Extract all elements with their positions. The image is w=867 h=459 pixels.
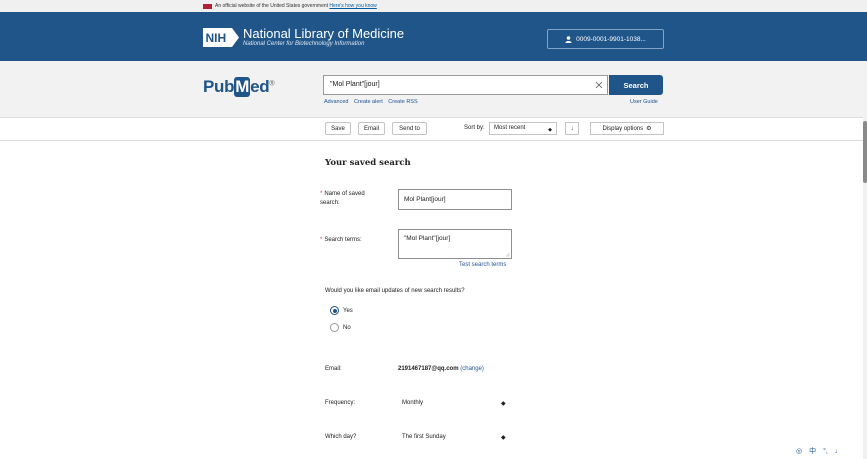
email-value: 2191467187@qq.com (change)	[398, 366, 484, 372]
save-button[interactable]: Save	[325, 122, 351, 135]
sort-label: Sort by:	[464, 125, 485, 131]
nih-logo-text: NIH	[206, 31, 227, 45]
gear-icon: ⚙	[646, 126, 652, 132]
search-area: PubMed® "Mol Plant"[jour] Search Advance…	[0, 61, 867, 118]
ncbi-subtitle: National Center for Biotechnology Inform…	[243, 41, 365, 47]
pubmed-logo-pub: Pub	[203, 77, 235, 96]
search-terms-value: "Mol Plant"[jour]	[404, 235, 451, 242]
search-input[interactable]: "Mol Plant"[jour]	[323, 75, 608, 95]
microphone-icon[interactable]: ♩	[835, 448, 842, 455]
search-terms-field[interactable]: "Mol Plant"[jour]	[398, 229, 512, 259]
gov-banner: An official website of the United States…	[0, 0, 867, 12]
email-address: 2191467187@qq.com	[398, 366, 459, 372]
frequency-caret-icon[interactable]: ◆	[501, 400, 506, 407]
gov-banner-label: An official website of the United States…	[215, 3, 329, 9]
resize-handle-icon[interactable]	[505, 252, 510, 257]
us-flag-icon	[203, 4, 212, 9]
scrollbar[interactable]	[863, 61, 867, 459]
gov-banner-text: An official website of the United States…	[215, 3, 377, 9]
change-email-link[interactable]: (change)	[460, 366, 484, 372]
search-links: Advanced Create alert Create RSS	[324, 99, 422, 105]
ime-icon[interactable]: ◎	[796, 447, 802, 455]
email-updates-question: Would you like email updates of new sear…	[325, 288, 465, 294]
scrollbar-thumb[interactable]	[863, 121, 867, 183]
close-icon	[595, 81, 603, 89]
nih-header: NIH National Library of Medicine Nationa…	[0, 12, 867, 61]
results-toolbar: Save Email Send to Sort by: Most recent …	[0, 118, 867, 141]
radio-yes-control[interactable]	[330, 306, 339, 315]
send-to-button[interactable]: Send to	[392, 122, 427, 135]
sort-caret-icon: ◆	[548, 127, 552, 133]
radio-no-label: No	[343, 324, 351, 331]
pubmed-logo[interactable]: PubMed®	[203, 77, 274, 97]
account-button[interactable]: 0009-0001-9901-1038...	[547, 29, 664, 49]
gov-banner-link[interactable]: Here's how you know	[329, 3, 376, 9]
email-button[interactable]: Email	[358, 122, 385, 135]
radio-no[interactable]: No	[330, 323, 351, 332]
user-icon	[565, 35, 572, 43]
name-field[interactable]: Mol Plant[jour]	[398, 189, 512, 210]
form-title: Your saved search	[325, 158, 411, 168]
day-label: Which day?	[325, 434, 357, 440]
system-tray: ◎ 中 °, ♩	[796, 446, 842, 456]
day-caret-icon[interactable]: ◆	[501, 434, 506, 441]
sort-order-icon: ↓	[570, 125, 574, 132]
terms-label-text: Search terms:	[324, 237, 362, 243]
required-mark: *	[320, 191, 323, 197]
radio-yes-label: Yes	[343, 307, 353, 314]
name-label: * Name of saved search:	[320, 190, 382, 207]
nlm-title[interactable]: National Library of Medicine	[243, 27, 404, 41]
terms-label: * Search terms:	[320, 236, 362, 245]
test-search-terms-link[interactable]: Test search terms	[459, 262, 506, 268]
frequency-label: Frequency:	[325, 400, 356, 406]
advanced-link[interactable]: Advanced	[324, 99, 348, 105]
display-options-label: Display options	[602, 125, 644, 132]
nih-logo-icon[interactable]: NIH	[203, 28, 239, 47]
create-rss-link[interactable]: Create RSS	[388, 99, 417, 105]
punctuation-icon[interactable]: °,	[823, 448, 828, 455]
ime-language[interactable]: 中	[809, 446, 816, 456]
display-options-button[interactable]: Display options ⚙	[590, 122, 664, 135]
day-select[interactable]: The first Sunday	[402, 434, 446, 440]
required-mark: *	[320, 237, 323, 243]
sort-value: Most recent	[494, 125, 526, 131]
frequency-select[interactable]: Monthly	[402, 400, 423, 406]
sort-order-button[interactable]: ↓	[565, 122, 579, 135]
sort-select[interactable]: Most recent ◆	[489, 122, 557, 135]
radio-yes[interactable]: Yes	[330, 306, 353, 315]
radio-no-control[interactable]	[330, 323, 339, 332]
pubmed-logo-ed: ed	[250, 77, 270, 96]
email-label: Email:	[325, 366, 342, 372]
clear-search-button[interactable]	[590, 75, 608, 95]
name-label-text: Name of saved search:	[320, 191, 365, 206]
create-alert-link[interactable]: Create alert	[354, 99, 383, 105]
pubmed-logo-mark: M	[234, 77, 251, 97]
user-guide-link[interactable]: User Guide	[630, 99, 658, 105]
search-button[interactable]: Search	[609, 75, 663, 95]
account-id: 0009-0001-9901-1038...	[576, 35, 646, 43]
registered-mark: ®	[269, 80, 275, 88]
